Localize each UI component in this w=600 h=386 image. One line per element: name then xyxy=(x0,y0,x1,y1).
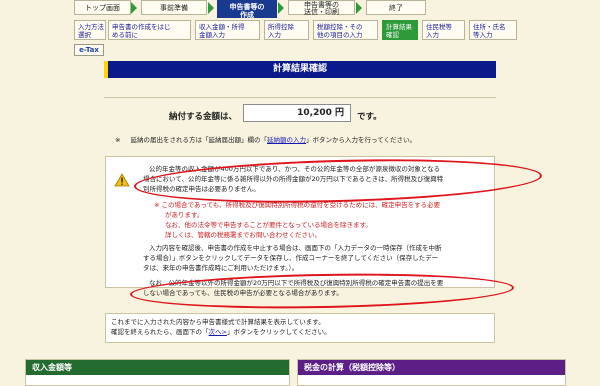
refund-note-2: があります。 xyxy=(165,211,204,219)
substep-tax-credit-input[interactable]: 税額控除・その 他の項目の入力 xyxy=(313,20,378,40)
refund-note-4: 詳しくは、管轄の税務署までお問い合わせください。 xyxy=(165,231,321,239)
note-mark: ※ xyxy=(115,136,121,144)
etax-badge: e-Tax xyxy=(74,44,104,56)
info-line-2-before: 確認を終えられたら、画面下の「 xyxy=(111,328,209,336)
substep-resident-tax[interactable]: 住民税等 入力 xyxy=(422,20,465,40)
amount-value: 10,200 円 xyxy=(243,104,351,122)
amount-suffix: です。 xyxy=(357,112,382,122)
save-info-3: タは、来年の申告書作成時にご利用いただけます。）。 xyxy=(143,264,299,272)
tax-calc-section-title: 税金の計算（税額控除等） xyxy=(298,360,565,375)
substep-input-method[interactable]: 入力方法 選択 xyxy=(74,20,106,40)
substep-deduction-input[interactable]: 所得控除 入力 xyxy=(264,20,309,40)
warning-icon xyxy=(114,173,130,187)
step-arrow-icon xyxy=(208,2,214,14)
divider xyxy=(104,97,496,98)
info-line-2-after: 」ボタンをクリックしてください。 xyxy=(226,328,331,336)
substep-address-name[interactable]: 住所・氏名 等入力 xyxy=(469,20,517,40)
save-info-1: 入力内容を確認後、申告書の作成を中止する場合は、画面下の「入力データの一時保存（… xyxy=(149,244,442,252)
step-send-print[interactable]: 申告書等の 送信・印刷 xyxy=(288,0,355,16)
step-top[interactable]: トップ画面 xyxy=(74,0,131,15)
step-arrow-icon xyxy=(131,2,137,14)
note-text-before: 延納の届出をされる方は「延納届出額」欄の「 xyxy=(130,136,268,144)
step-end[interactable]: 終了 xyxy=(366,0,426,15)
income-section: 収入金額等 xyxy=(25,359,290,386)
deferral-amount-link[interactable]: 延納額の入力 xyxy=(267,136,306,144)
info-line-2: 確認を終えられたら、画面下の「次へ>」ボタンをクリックしてください。 xyxy=(111,328,331,338)
note-text-after: 」ボタンから入力を行ってください。 xyxy=(306,136,417,144)
save-info-2: する場合）」ボタンをクリックしてデータを保存し、作成コーナーを終了してください（… xyxy=(143,254,439,262)
info-line-1: これまでに入力された内容から申告書様式で計算結果を表示しています。 xyxy=(111,318,325,326)
page-title-text: 計算結果確認 xyxy=(272,64,327,74)
refund-note-3: なお、他の法令等で申告することが要件となっている場合を除きます。 xyxy=(165,221,372,229)
step-arrow-icon xyxy=(356,2,362,14)
substep-before-start[interactable]: 申告書の作成をはじ める前に xyxy=(108,20,191,40)
step-prep[interactable]: 事前準備 xyxy=(141,0,207,15)
substep-income-input[interactable]: 収入金額・所得 金額入力 xyxy=(195,20,260,40)
amount-label: 納付する金額は、 xyxy=(169,112,238,122)
step-create: 申告書等の 作成 xyxy=(217,0,277,19)
step-arrow-icon xyxy=(278,2,284,14)
page-title: 計算結果確認 xyxy=(104,61,496,78)
next-link[interactable]: 次へ> xyxy=(209,328,227,336)
substep-result-check: 計算結果 確認 xyxy=(382,20,418,40)
deferral-note: ※ 延納の届出をされる方は「延納届出額」欄の「延納額の入力」ボタンから入力を行っ… xyxy=(115,134,416,144)
income-section-title: 収入金額等 xyxy=(26,360,289,375)
tax-calc-section: 税金の計算（税額控除等） xyxy=(297,359,566,386)
